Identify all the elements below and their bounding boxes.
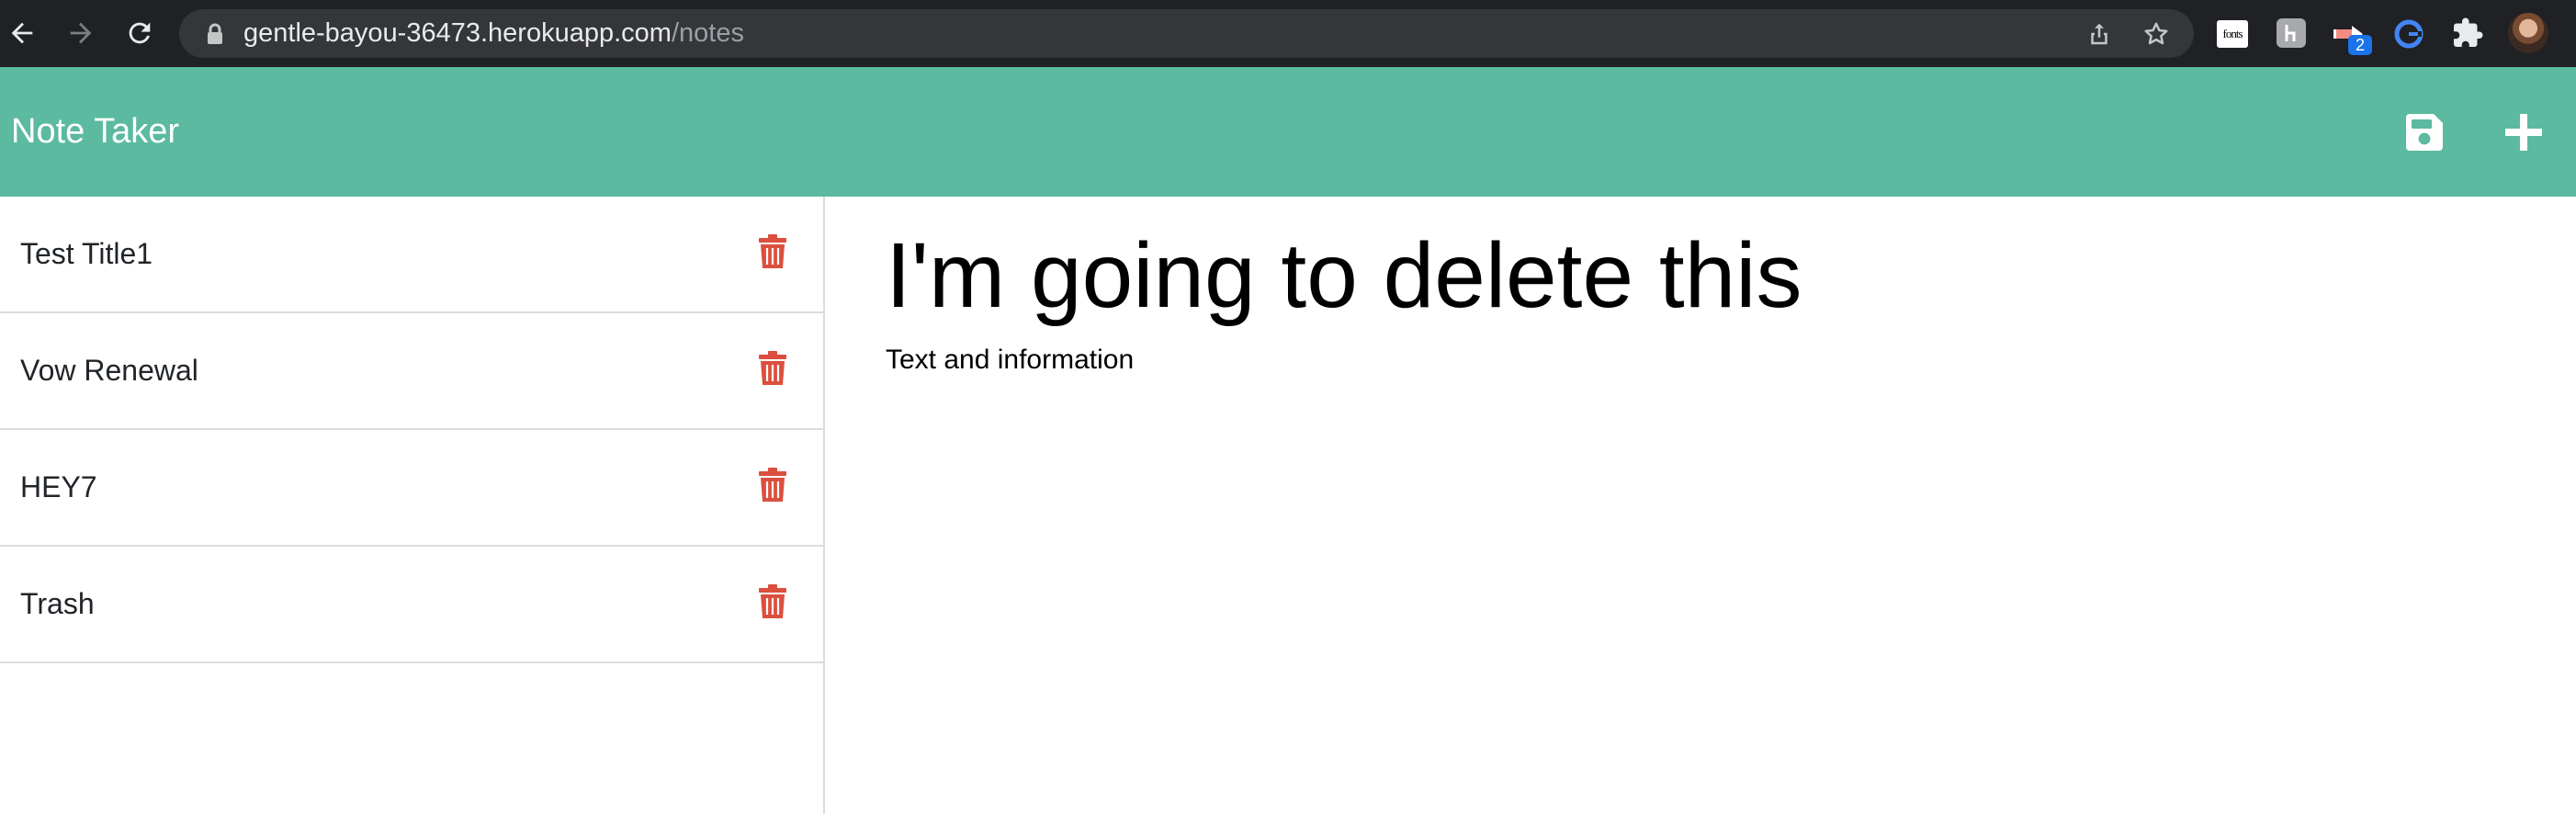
note-title-field[interactable]: I'm going to delete this [886,220,1802,331]
share-icon[interactable] [2085,20,2113,48]
app-brand[interactable]: Note Taker [11,67,179,197]
address-bar[interactable]: gentle-bayou-36473.herokuapp.com/notes [179,9,2194,58]
grey-extension-icon[interactable] [2277,18,2306,48]
note-list-item[interactable]: Vow Renewal [0,313,825,430]
note-list-title: Test Title1 [20,237,153,270]
note-list-item[interactable]: Test Title1 [0,197,825,313]
note-text-field[interactable]: Text and information [886,342,1134,379]
url-path: /notes [671,18,744,48]
app-navbar: Note Taker [0,67,2576,197]
lock-icon [208,23,222,44]
badge-extension-icon[interactable]: 2 [2332,17,2372,57]
fonts-extension-icon[interactable]: fonts [2217,20,2248,48]
url-text[interactable]: gentle-bayou-36473.herokuapp.com/notes [243,9,744,58]
g-extension-icon[interactable] [2391,17,2426,51]
url-host: gentle-bayou-36473.herokuapp.com [243,18,672,48]
trash-icon[interactable] [757,350,788,387]
save-icon[interactable] [2400,107,2449,157]
note-list-item[interactable]: HEY7 [0,430,825,547]
back-icon[interactable] [4,15,40,51]
browser-toolbar: gentle-bayou-36473.herokuapp.com/notes f… [0,0,2576,67]
note-view: I'm going to delete this Text and inform… [827,197,2576,814]
forward-icon[interactable] [62,15,99,51]
profile-avatar[interactable] [2508,13,2548,53]
note-list-item[interactable]: Trash [0,547,825,663]
note-list-title: Vow Renewal [20,354,198,387]
extension-badge-count: 2 [2348,35,2372,55]
reload-icon[interactable] [121,15,158,51]
notes-list: Test Title1 Vow Renewal HEY7 Trash [0,197,825,814]
trash-icon[interactable] [757,467,788,503]
note-list-title: Trash [20,587,95,620]
note-list-title: HEY7 [20,470,97,503]
bookmark-star-icon[interactable] [2142,20,2170,48]
plus-icon[interactable] [2499,107,2548,157]
trash-icon[interactable] [757,583,788,620]
extensions-puzzle-icon[interactable] [2451,17,2486,51]
trash-icon[interactable] [757,233,788,270]
